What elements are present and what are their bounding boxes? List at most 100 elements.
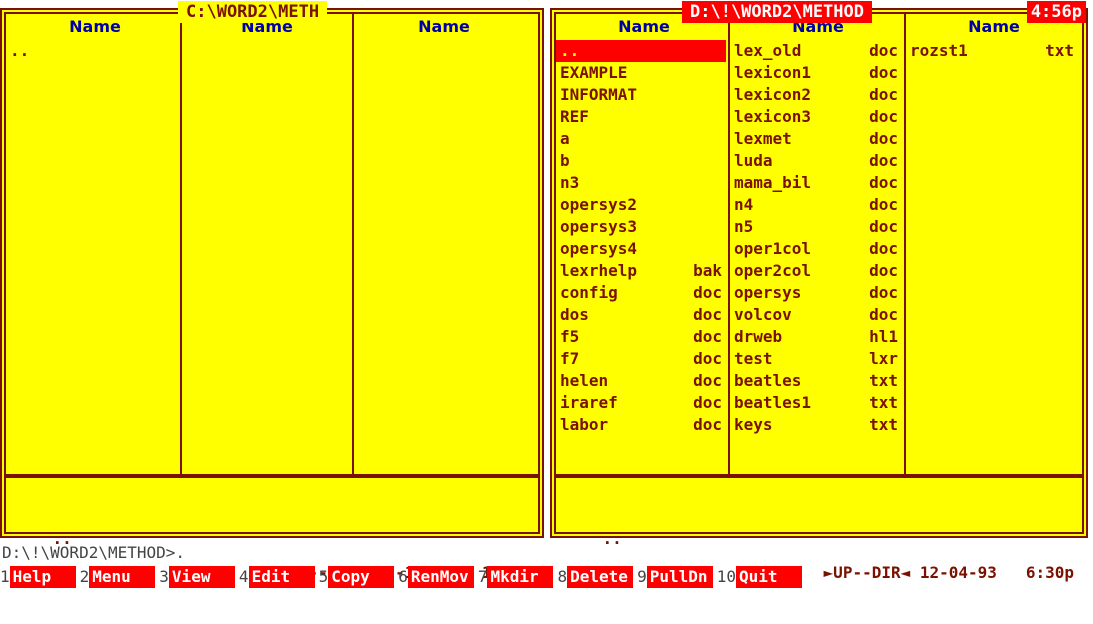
- right-footer: .. ►UP--DIR◄ 12-04-93 6:30p: [564, 488, 1074, 582]
- list-item[interactable]: oper2col doc: [730, 260, 902, 282]
- list-item[interactable]: lexmet doc: [730, 128, 902, 150]
- list-item[interactable]: test lxr: [730, 348, 902, 370]
- fkey-menu-button[interactable]: 2 Menu: [80, 566, 156, 588]
- clock: 4:56p: [1026, 1, 1086, 23]
- left-footer-separator: [6, 474, 538, 478]
- right-panel[interactable]: D:\!\WORD2\METHOD 4:56p Name Name Name .…: [550, 1, 1088, 582]
- list-item[interactable]: n4 doc: [730, 194, 902, 216]
- fkey-mkdir-button[interactable]: 7 Mkdir: [478, 566, 554, 588]
- list-item[interactable]: INFORMAT: [556, 84, 726, 106]
- fkey-number: 9: [637, 567, 647, 586]
- left-panel[interactable]: C:\WORD2\METH Name Name Name .. .. ►UP--…: [0, 1, 544, 582]
- list-item[interactable]: labor doc: [556, 414, 726, 436]
- fkey-label: Copy: [328, 566, 395, 588]
- list-item[interactable]: f7 doc: [556, 348, 726, 370]
- file-name: test: [734, 349, 773, 368]
- file-name: helen: [560, 371, 609, 390]
- list-item[interactable]: ..: [556, 40, 726, 62]
- fkey-number: 10: [716, 567, 737, 586]
- file-name: dos: [560, 305, 589, 324]
- file-extension: doc: [869, 151, 898, 170]
- list-item[interactable]: ..: [6, 40, 180, 62]
- file-name: config: [560, 283, 618, 302]
- list-item[interactable]: rozst1 txt: [906, 40, 1078, 62]
- left-file-list: ..: [6, 40, 180, 62]
- list-item[interactable]: luda doc: [730, 150, 902, 172]
- file-name: opersys4: [560, 239, 638, 258]
- list-item[interactable]: opersys2: [556, 194, 726, 216]
- list-item[interactable]: opersys doc: [730, 282, 902, 304]
- file-name: n4: [734, 195, 754, 214]
- list-item[interactable]: opersys4: [556, 238, 726, 260]
- fkey-label: Delete: [567, 566, 634, 588]
- file-name: labor: [560, 415, 609, 434]
- list-item[interactable]: oper1col doc: [730, 238, 902, 260]
- list-item[interactable]: lexrhelp bak: [556, 260, 726, 282]
- list-item[interactable]: config doc: [556, 282, 726, 304]
- file-name: b: [560, 151, 570, 170]
- list-item[interactable]: opersys3: [556, 216, 726, 238]
- file-extension: doc: [869, 85, 898, 104]
- fkey-number: 8: [557, 567, 568, 586]
- right-file-list-col1: .. EXAMPLE INFORMAT REF a b n3 opersys2 opersys3…: [556, 40, 726, 436]
- file-extension: doc: [869, 173, 898, 192]
- fkey-quit-button[interactable]: 10 Quit: [716, 566, 803, 588]
- file-extension: doc: [869, 107, 898, 126]
- list-item[interactable]: beatles1 txt: [730, 392, 902, 414]
- fkey-label: Mkdir: [487, 566, 554, 588]
- fkey-label: Edit: [248, 566, 315, 588]
- left-col3-header: Name: [418, 17, 470, 36]
- list-item[interactable]: volcov doc: [730, 304, 902, 326]
- list-item[interactable]: lexicon2 doc: [730, 84, 902, 106]
- list-item[interactable]: EXAMPLE: [556, 62, 726, 84]
- file-name: luda: [734, 151, 773, 170]
- list-item[interactable]: b: [556, 150, 726, 172]
- file-extension: txt: [869, 393, 898, 412]
- fkey-help-button[interactable]: 1 Help: [0, 566, 76, 588]
- function-key-bar: 1 Help 2 Menu 3 View 4 Edit 5 Copy 6 RenMov 7 Mkdir 8 D…: [0, 566, 1093, 588]
- left-column-divider-2: [352, 14, 354, 474]
- right-footer-name: ..: [602, 529, 622, 548]
- list-item[interactable]: iraref doc: [556, 392, 726, 414]
- list-item[interactable]: keys txt: [730, 414, 902, 436]
- fkey-view-button[interactable]: 3 View: [159, 566, 235, 588]
- list-item[interactable]: a: [556, 128, 726, 150]
- list-item[interactable]: REF: [556, 106, 726, 128]
- file-extension: doc: [869, 261, 898, 280]
- list-item[interactable]: dos doc: [556, 304, 726, 326]
- file-name: opersys2: [560, 195, 638, 214]
- fkey-renmov-button[interactable]: 6 RenMov: [398, 566, 474, 588]
- fkey-pulldn-button[interactable]: 9 PullDn: [637, 566, 713, 588]
- fkey-edit-button[interactable]: 4 Edit: [239, 566, 315, 588]
- left-panel-path: C:\WORD2\METH: [178, 1, 328, 23]
- fkey-label: RenMov: [407, 566, 474, 588]
- fkey-number: 7: [477, 567, 488, 586]
- file-extension: txt: [1045, 41, 1074, 60]
- list-item[interactable]: lex_old doc: [730, 40, 902, 62]
- file-name: n5: [734, 217, 754, 236]
- list-item[interactable]: n3: [556, 172, 726, 194]
- fkey-number: 2: [79, 567, 90, 586]
- file-name: lexmet: [734, 129, 792, 148]
- file-name: oper2col: [734, 261, 812, 280]
- file-extension: doc: [693, 393, 722, 412]
- command-prompt[interactable]: D:\!\WORD2\METHOD>.: [2, 543, 185, 563]
- fkey-label: PullDn: [646, 566, 713, 588]
- file-extension: doc: [693, 415, 722, 434]
- left-col1-header: Name: [69, 17, 121, 36]
- fkey-delete-button[interactable]: 8 Delete: [557, 566, 634, 588]
- list-item[interactable]: beatles txt: [730, 370, 902, 392]
- list-item[interactable]: mama_bil doc: [730, 172, 902, 194]
- list-item[interactable]: drweb hl1: [730, 326, 902, 348]
- list-item[interactable]: f5 doc: [556, 326, 726, 348]
- list-item[interactable]: helen doc: [556, 370, 726, 392]
- file-name: drweb: [734, 327, 783, 346]
- file-extension: doc: [869, 41, 898, 60]
- list-item[interactable]: lexicon1 doc: [730, 62, 902, 84]
- list-item[interactable]: n5 doc: [730, 216, 902, 238]
- file-name: beatles: [734, 371, 802, 390]
- list-item[interactable]: lexicon3 doc: [730, 106, 902, 128]
- file-name: a: [560, 129, 570, 148]
- file-name: volcov: [734, 305, 792, 324]
- fkey-copy-button[interactable]: 5 Copy: [319, 566, 395, 588]
